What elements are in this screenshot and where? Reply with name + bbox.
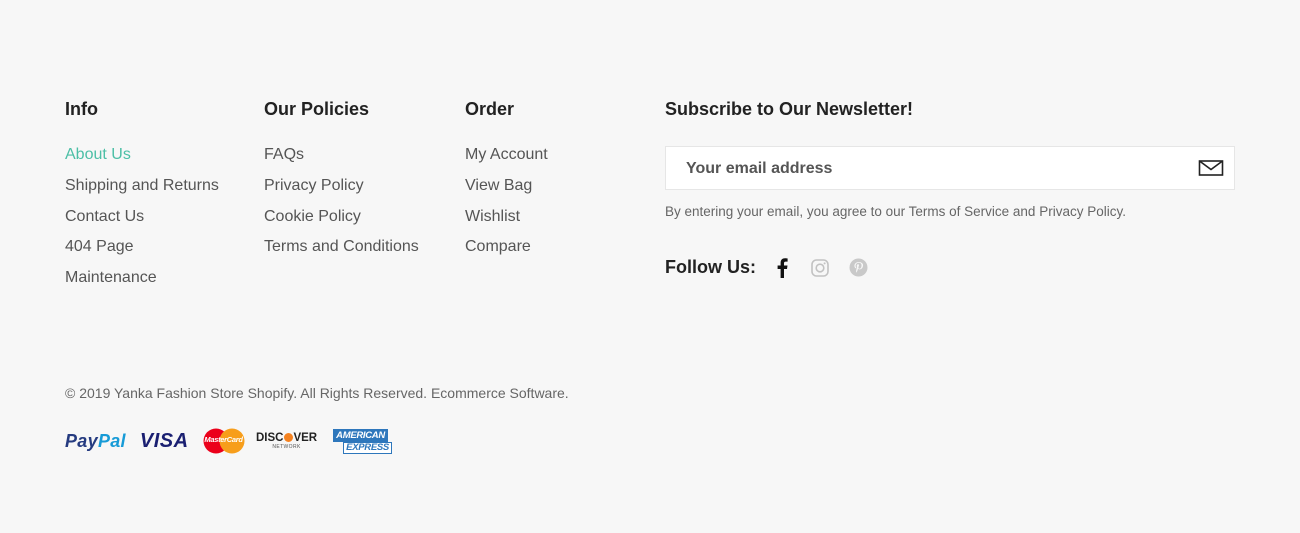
mastercard-text: MasterCard: [204, 435, 243, 444]
discover-dot: [283, 433, 293, 442]
mastercard-icon: MasterCard: [203, 426, 245, 456]
link-404-page[interactable]: 404 Page: [65, 232, 219, 263]
info-heading: Info: [65, 99, 98, 119]
link-faqs[interactable]: FAQs: [264, 140, 419, 171]
amex-line2: EXPRESS: [343, 441, 392, 454]
paypal-pay-text: Pay: [65, 430, 98, 451]
discover-text-2: VER: [293, 431, 318, 444]
facebook-icon[interactable]: [772, 257, 792, 278]
policies-heading: Our Policies: [264, 99, 370, 119]
instagram-icon[interactable]: [810, 258, 830, 278]
discover-network-text: NETWORK: [272, 443, 301, 450]
footer-column-info: Info About Us Shipping and Returns Conta…: [65, 96, 219, 294]
discover-text-1: DISC: [255, 431, 284, 444]
link-about-us[interactable]: About Us: [65, 140, 219, 171]
order-links: My Account View Bag Wishlist Compare: [465, 140, 548, 263]
link-maintenance[interactable]: Maintenance: [65, 263, 219, 294]
policies-links: FAQs Privacy Policy Cookie Policy Terms …: [264, 140, 419, 263]
amex-icon: AMERICAN EXPRESS: [329, 426, 393, 456]
link-terms-conditions[interactable]: Terms and Conditions: [264, 232, 419, 263]
order-heading: Order: [465, 99, 515, 119]
footer-column-order: Order My Account View Bag Wishlist Compa…: [465, 96, 548, 263]
info-links: About Us Shipping and Returns Contact Us…: [65, 140, 219, 294]
link-wishlist[interactable]: Wishlist: [465, 202, 548, 233]
email-input[interactable]: [684, 147, 1168, 191]
link-compare[interactable]: Compare: [465, 232, 548, 263]
link-contact-us[interactable]: Contact Us: [65, 202, 219, 233]
paypal-pal-text: Pal: [97, 430, 126, 451]
link-privacy-policy[interactable]: Privacy Policy: [264, 171, 419, 202]
link-cookie-policy[interactable]: Cookie Policy: [264, 202, 419, 233]
paypal-icon: Pay Pal: [65, 426, 126, 456]
link-shipping-returns[interactable]: Shipping and Returns: [65, 171, 219, 202]
visa-icon: VISA: [140, 426, 189, 456]
link-my-account[interactable]: My Account: [465, 140, 548, 171]
discover-icon: DISC VER NETWORK: [255, 426, 318, 456]
follow-us: Follow Us:: [665, 257, 886, 278]
visa-text: VISA: [139, 429, 189, 452]
newsletter-heading: Subscribe to Our Newsletter!: [665, 99, 914, 119]
newsletter-agree-text: By entering your email, you agree to our…: [665, 204, 1126, 219]
mail-icon[interactable]: [1198, 157, 1224, 179]
follow-us-label: Follow Us:: [665, 257, 756, 277]
footer-column-policies: Our Policies FAQs Privacy Policy Cookie …: [264, 96, 419, 263]
amex-line1: AMERICAN: [333, 428, 388, 442]
pinterest-icon[interactable]: [848, 258, 868, 278]
newsletter-section: Subscribe to Our Newsletter! By entering…: [665, 96, 1235, 221]
email-form: [665, 146, 1235, 191]
payment-methods: Pay Pal VISA MasterCard DISC VER NETWORK …: [65, 426, 407, 456]
copyright-text: © 2019 Yanka Fashion Store Shopify. All …: [65, 385, 569, 401]
link-view-bag[interactable]: View Bag: [465, 171, 548, 202]
